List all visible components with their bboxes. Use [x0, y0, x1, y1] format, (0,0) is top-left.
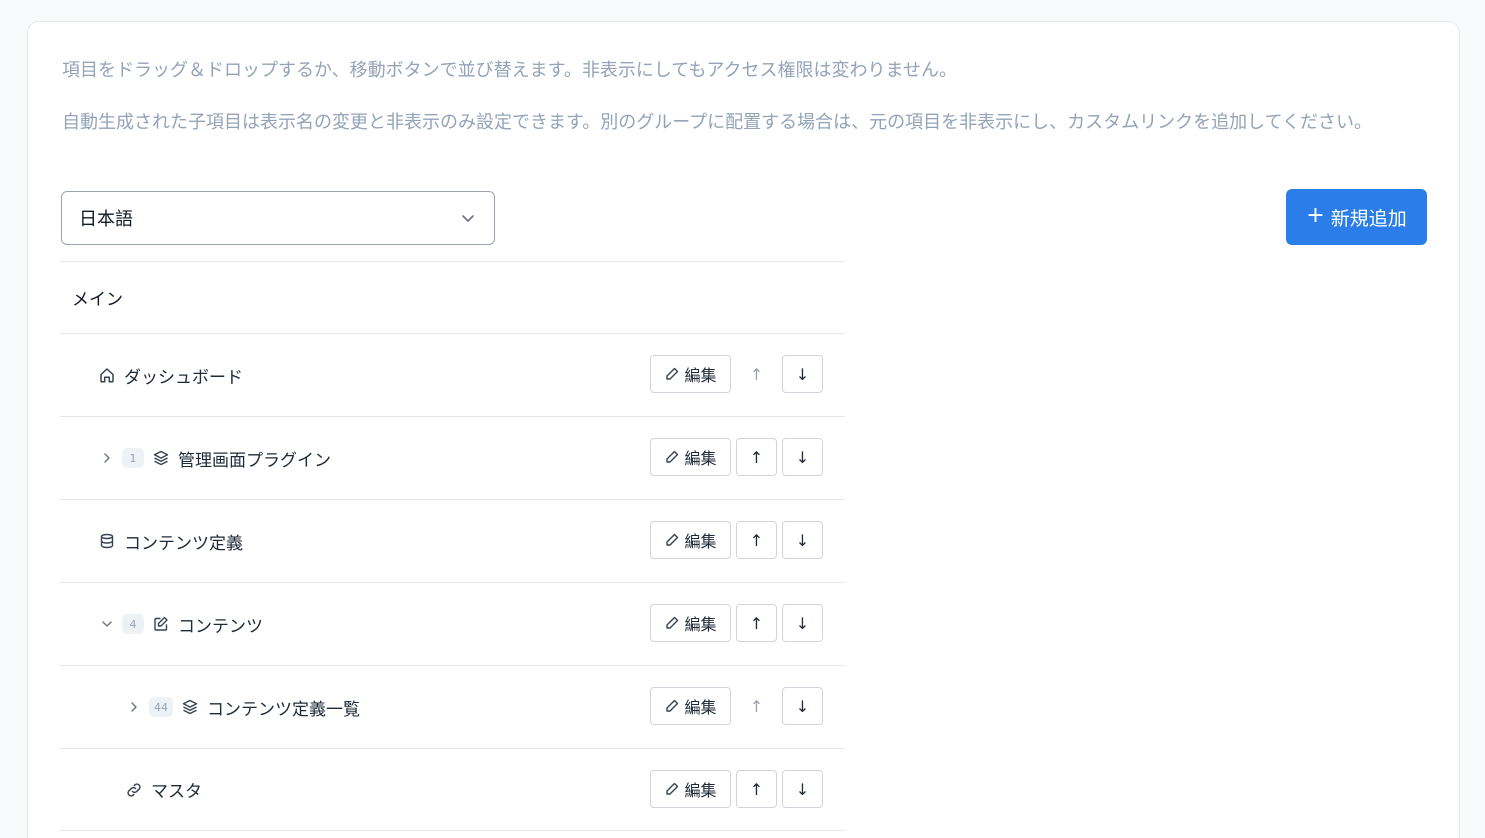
menu-item-dashboard[interactable]: ダッシュボード 編集 ↑ ↓ — [60, 333, 845, 416]
database-icon — [98, 532, 116, 550]
menu-item-label: コンテンツ定義一覧 — [207, 699, 360, 720]
add-new-label: 新規追加 — [1330, 207, 1407, 230]
arrow-down-icon: ↓ — [795, 364, 810, 384]
move-up-button[interactable]: ↑ — [736, 604, 777, 642]
arrow-up-icon: ↑ — [749, 364, 764, 384]
edit-square-icon — [152, 615, 170, 633]
edit-button[interactable]: 編集 — [650, 355, 731, 393]
link-icon — [125, 781, 143, 799]
menu-item-label: マスタ — [151, 782, 202, 802]
pencil-icon — [666, 367, 679, 380]
menu-item-label: コンテンツ定義 — [124, 533, 243, 554]
layers-icon — [181, 698, 199, 716]
add-new-button[interactable]: + 新規追加 — [1286, 189, 1427, 245]
menu-item-admin-plugins[interactable]: 1 管理画面プラグイン 編集 ↑ ↓ — [60, 416, 845, 499]
edit-button[interactable]: 編集 — [650, 770, 731, 808]
pencil-icon — [666, 699, 679, 712]
edit-button[interactable]: 編集 — [650, 604, 731, 642]
move-down-button[interactable]: ↓ — [782, 770, 823, 808]
move-up-button[interactable]: ↑ — [736, 770, 777, 808]
arrow-down-icon: ↓ — [795, 613, 810, 633]
menu-item-label: コンテンツ — [178, 616, 263, 637]
pencil-icon — [666, 616, 679, 629]
move-up-button[interactable]: ↑ — [736, 438, 777, 476]
arrow-up-icon: ↑ — [749, 696, 764, 716]
menu-settings-card: 項目をドラッグ＆ドロップするか、移動ボタンで並び替えます。非表示にしてもアクセス… — [27, 21, 1460, 838]
group-header-main[interactable]: メイン — [60, 261, 845, 333]
child-count-badge: 1 — [122, 448, 144, 468]
chevron-right-icon[interactable] — [100, 451, 114, 465]
child-count-badge: 4 — [122, 614, 144, 634]
move-down-button[interactable]: ↓ — [782, 604, 823, 642]
arrow-down-icon: ↓ — [795, 779, 810, 799]
edit-button[interactable]: 編集 — [650, 521, 731, 559]
plus-icon: + — [1306, 203, 1325, 228]
arrow-up-icon: ↑ — [749, 779, 764, 799]
menu-item-content-definition-list[interactable]: 44 コンテンツ定義一覧 編集 ↑ ↓ — [60, 665, 845, 748]
move-down-button[interactable]: ↓ — [782, 521, 823, 559]
language-select[interactable]: 日本語 — [61, 191, 495, 245]
move-up-button[interactable]: ↑ — [736, 521, 777, 559]
menu-item-master[interactable]: マスタ 編集 ↑ ↓ — [60, 748, 845, 831]
edit-button[interactable]: 編集 — [650, 438, 731, 476]
move-down-button[interactable]: ↓ — [782, 687, 823, 725]
arrow-up-icon: ↑ — [749, 447, 764, 467]
chevron-down-icon — [462, 215, 474, 222]
layers-icon — [152, 449, 170, 467]
move-down-button[interactable]: ↓ — [782, 355, 823, 393]
menu-item-label: 管理画面プラグイン — [178, 450, 331, 471]
move-down-button[interactable]: ↓ — [782, 438, 823, 476]
language-select-value: 日本語 — [79, 209, 133, 230]
home-icon — [98, 366, 116, 384]
move-up-button[interactable]: ↑ — [736, 355, 777, 393]
arrow-down-icon: ↓ — [795, 447, 810, 467]
arrow-up-icon: ↑ — [749, 613, 764, 633]
menu-item-content-definitions[interactable]: コンテンツ定義 編集 ↑ ↓ — [60, 499, 845, 582]
group-label: メイン — [72, 290, 123, 310]
pencil-icon — [666, 533, 679, 546]
arrow-down-icon: ↓ — [795, 696, 810, 716]
menu-item-label: ダッシュボード — [124, 367, 243, 388]
move-up-button[interactable]: ↑ — [736, 687, 777, 725]
arrow-down-icon: ↓ — [795, 530, 810, 550]
arrow-up-icon: ↑ — [749, 530, 764, 550]
edit-button[interactable]: 編集 — [650, 687, 731, 725]
chevron-right-icon[interactable] — [127, 700, 141, 714]
child-count-badge: 44 — [149, 697, 173, 717]
help-text-2: 自動生成された子項目は表示名の変更と非表示のみ設定できます。別のグループに配置す… — [62, 112, 1373, 133]
help-text-1: 項目をドラッグ＆ドロップするか、移動ボタンで並び替えます。非表示にしてもアクセス… — [62, 60, 957, 81]
menu-item-contents[interactable]: 4 コンテンツ 編集 ↑ ↓ — [60, 582, 845, 665]
menu-tree: メイン ダッシュボード 編集 ↑ ↓ 1 管理画面プラグイン 編集 ↑ ↓ コン… — [60, 261, 845, 831]
pencil-icon — [666, 782, 679, 795]
chevron-down-icon[interactable] — [100, 617, 114, 631]
pencil-icon — [666, 450, 679, 463]
